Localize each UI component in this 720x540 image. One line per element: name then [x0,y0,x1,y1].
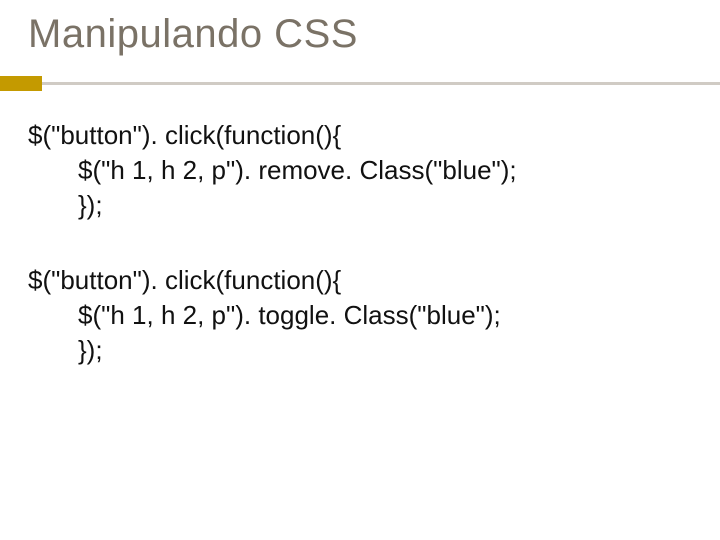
code-line: }); [28,333,700,368]
code-line: $("button"). click(function(){ [28,118,700,153]
code-block-2: $("button"). click(function(){ $("h 1, h… [28,263,700,368]
code-line: $("h 1, h 2, p"). remove. Class("blue"); [28,153,700,188]
slide-title: Manipulando CSS [28,12,358,57]
slide: Manipulando CSS $("button"). click(funct… [0,0,720,540]
code-line: $("button"). click(function(){ [28,263,700,298]
code-block-1: $("button"). click(function(){ $("h 1, h… [28,118,700,223]
code-line: $("h 1, h 2, p"). toggle. Class("blue"); [28,298,700,333]
rule-line [0,82,720,85]
code-line: }); [28,188,700,223]
rule-accent [0,76,42,91]
slide-content: $("button"). click(function(){ $("h 1, h… [28,118,700,409]
